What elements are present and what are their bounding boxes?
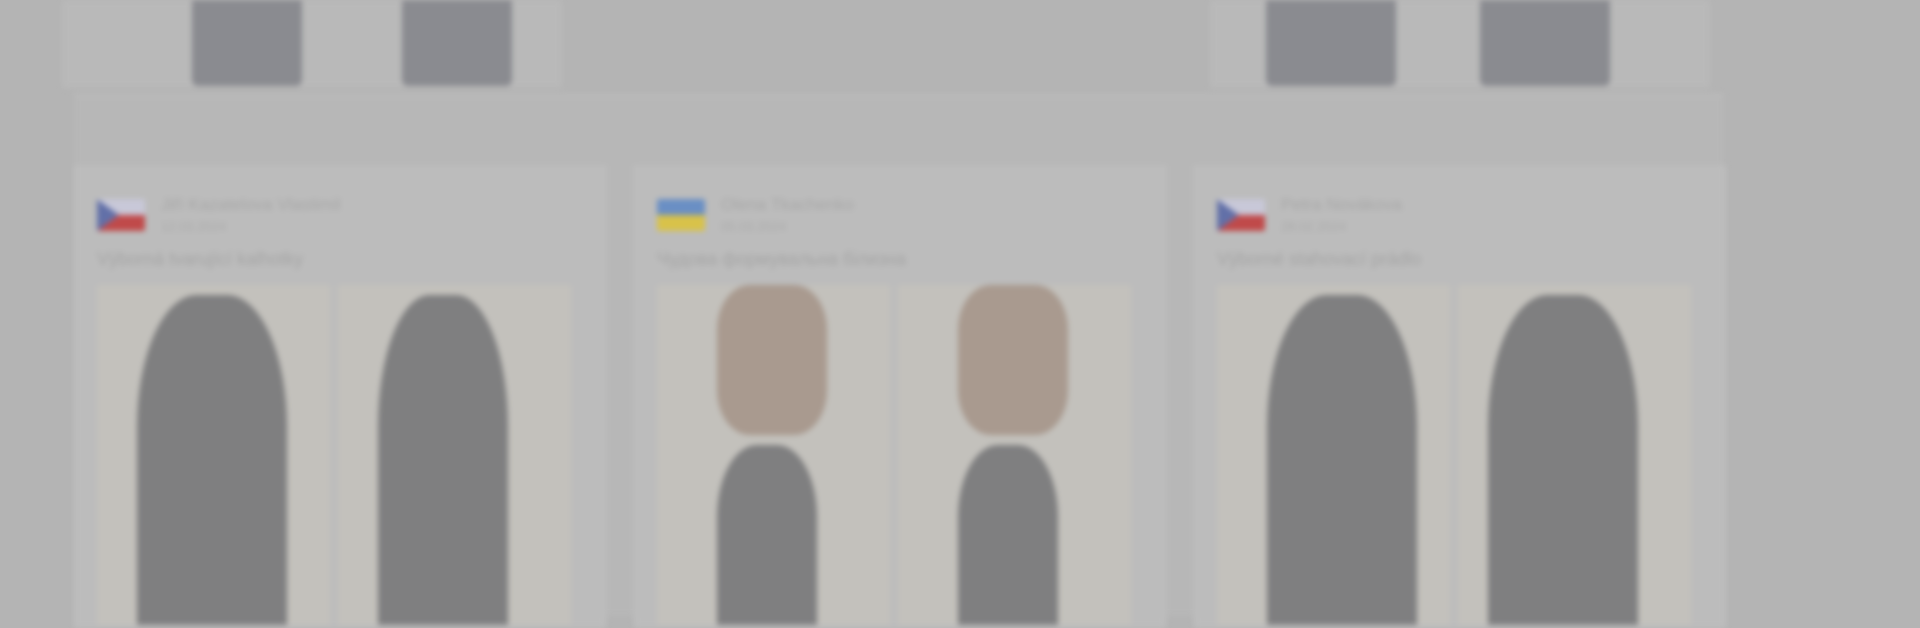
review-title: Výborné stahovací prádlo (1217, 249, 1422, 269)
review-photo[interactable] (1217, 285, 1450, 625)
review-header: Petra Novákova 28.02.2024 (1217, 195, 1705, 235)
review-photos (1217, 285, 1691, 625)
review-header: Olena Tkachenko 05.03.2024 (657, 195, 1145, 235)
review-date: 28.02.2024 (1281, 219, 1347, 234)
review-card[interactable]: Jiří Kazatelova Vlastimil 12.03.2024 Výb… (74, 166, 606, 628)
review-date: 05.03.2024 (721, 219, 787, 234)
review-photo-fragment (1266, 0, 1396, 86)
previous-review-card (62, 0, 562, 88)
reviewer-name: Petra Novákova (1281, 195, 1402, 214)
reviewer-name: Jiří Kazatelova Vlastimil (161, 195, 341, 214)
review-photo-fragment (192, 0, 302, 86)
review-photo[interactable] (338, 285, 571, 625)
review-photo[interactable] (657, 285, 890, 625)
reviews-panel: Jiří Kazatelova Vlastimil 12.03.2024 Výb… (74, 94, 1726, 628)
review-photos (97, 285, 571, 625)
review-photo[interactable] (1458, 285, 1691, 625)
review-photo-fragment (1480, 0, 1610, 86)
review-photo[interactable] (898, 285, 1131, 625)
review-date: 12.03.2024 (161, 219, 227, 234)
reviewer-name: Olena Tkachenko (721, 195, 854, 214)
review-header: Jiří Kazatelova Vlastimil 12.03.2024 (97, 195, 585, 235)
previous-review-card (1210, 0, 1710, 88)
page: Jiří Kazatelova Vlastimil 12.03.2024 Výb… (0, 0, 1920, 628)
review-card[interactable]: Olena Tkachenko 05.03.2024 Чудова формув… (634, 166, 1166, 628)
country-flag-icon (657, 199, 705, 231)
country-flag-icon (1217, 199, 1265, 231)
review-title: Výborná tvarující kalhotky (97, 249, 304, 269)
review-title: Чудова формувальна білизна (657, 249, 906, 269)
review-card[interactable]: Petra Novákova 28.02.2024 Výborné stahov… (1194, 166, 1726, 628)
review-photo-fragment (402, 0, 512, 86)
country-flag-icon (97, 199, 145, 231)
review-photos (657, 285, 1131, 625)
review-photo[interactable] (97, 285, 330, 625)
